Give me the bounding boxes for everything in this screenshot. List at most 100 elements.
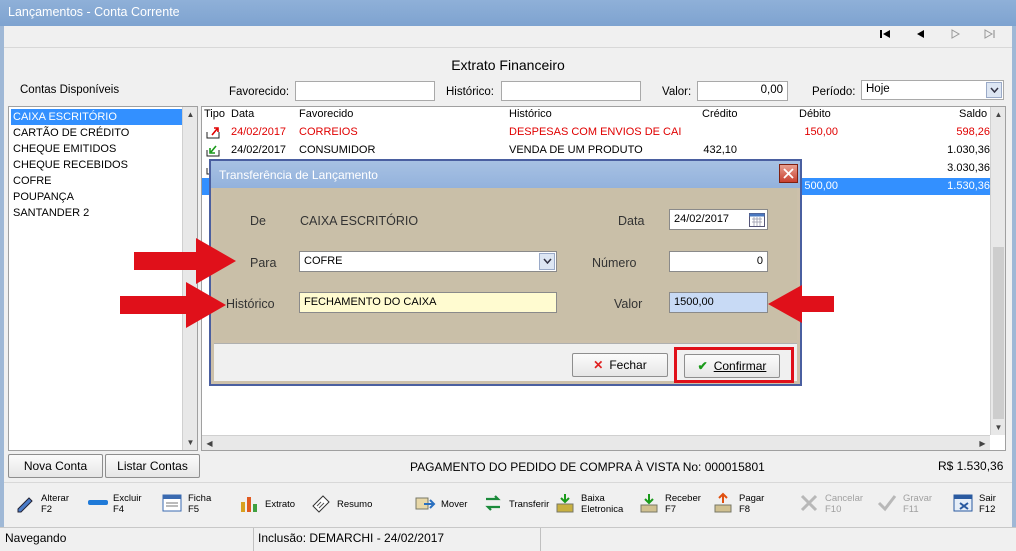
valor-filter-input[interactable]: 0,00: [697, 81, 788, 101]
account-item[interactable]: CHEQUE RECEBIDOS: [11, 157, 183, 173]
pagar-button[interactable]: Pagar F8: [712, 489, 774, 521]
transferir-button[interactable]: Transferir: [482, 489, 550, 521]
check-icon: ✔: [697, 359, 708, 373]
cell-favorecido: CORREIOS: [299, 126, 358, 138]
account-item[interactable]: CAIXA ESCRITÓRIO: [11, 109, 183, 125]
para-label: Para: [250, 256, 277, 270]
column-header-data[interactable]: Data: [231, 108, 254, 120]
last-record-icon[interactable]: [981, 29, 999, 45]
column-header-debito[interactable]: Débito: [799, 108, 831, 120]
receber-button[interactable]: Receber F7: [638, 489, 704, 521]
cell-data: 24/02/2017: [231, 144, 287, 156]
cell-historico: DESPESAS COM ENVIOS DE CAI: [509, 126, 682, 138]
periodo-select[interactable]: Hoje: [861, 80, 1004, 100]
table-row[interactable]: 24/02/2017 CORREIOS DESPESAS COM ENVIOS …: [202, 124, 990, 141]
dialog-body: De CAIXA ESCRITÓRIO Data 24/02/2017 Para…: [214, 188, 797, 340]
minus-bar-icon: [88, 500, 108, 505]
scroll-up-icon[interactable]: ▲: [183, 107, 198, 122]
de-label: De: [250, 214, 266, 228]
chart-bars-icon: [241, 497, 257, 512]
para-select[interactable]: COFRE: [299, 251, 557, 272]
dialog-title: Transferência de Lançamento: [219, 168, 378, 182]
form-icon: [162, 494, 182, 512]
next-record-icon[interactable]: [947, 29, 965, 45]
dialog-titlebar: Transferência de Lançamento: [211, 161, 800, 188]
record-navbar: [4, 26, 1012, 48]
arrow-pointing-right-icon: [134, 238, 236, 284]
fechar-button[interactable]: ✕ Fechar: [572, 353, 668, 377]
money-down-icon: [556, 494, 574, 513]
numero-field[interactable]: 0: [669, 251, 768, 272]
column-header-credito[interactable]: Crédito: [702, 108, 737, 120]
historico-filter-input[interactable]: [501, 81, 641, 101]
sair-button[interactable]: Sair F12: [952, 489, 1008, 521]
column-header-saldo[interactable]: Saldo: [959, 108, 987, 120]
arrow-pointing-left-icon: [768, 285, 834, 323]
transfer-dialog: Transferência de Lançamento De CAIXA ESC…: [209, 159, 802, 386]
scroll-up-icon[interactable]: ▲: [991, 107, 1006, 122]
confirmar-button[interactable]: ✔ Confirmar: [684, 354, 780, 378]
action-toolbar: Alterar F2 Excluir F4 Ficha F5 Extrato Resu…: [4, 482, 1012, 526]
move-icon: [415, 497, 436, 510]
historico-field[interactable]: FECHAMENTO DO CAIXA: [299, 292, 557, 313]
calendar-icon[interactable]: [749, 212, 765, 230]
grid-vertical-scrollbar[interactable]: ▲ ▼: [990, 107, 1005, 435]
gravar-button[interactable]: Gravar F11: [876, 489, 938, 521]
save-check-icon: [877, 495, 897, 512]
grid-horizontal-scrollbar[interactable]: ◀ ▶: [202, 435, 990, 450]
data-field[interactable]: 24/02/2017: [669, 209, 768, 230]
scroll-down-icon[interactable]: ▼: [183, 435, 198, 450]
cell-saldo: 3.030,36: [947, 162, 990, 174]
window-title: Lançamentos - Conta Corrente: [8, 5, 180, 19]
account-item[interactable]: CHEQUE EMITIDOS: [11, 141, 183, 157]
cell-saldo: 598,26: [956, 126, 990, 138]
column-header-favorecido[interactable]: Favorecido: [299, 108, 353, 120]
column-header-historico[interactable]: Histórico: [509, 108, 552, 120]
transfer-arrows-icon: [485, 495, 501, 511]
cell-favorecido: CONSUMIDOR: [299, 144, 376, 156]
account-item[interactable]: POUPANÇA: [11, 189, 183, 205]
scroll-down-icon[interactable]: ▼: [991, 420, 1006, 435]
receive-icon: [640, 494, 658, 513]
valor-field[interactable]: 1500,00: [669, 292, 768, 313]
cell-credito: 432,10: [703, 144, 737, 156]
baixa-eletronica-button[interactable]: Baixa Eletronica: [554, 489, 626, 521]
balance-total: R$ 1.530,36: [938, 459, 1004, 473]
status-bar: Navegando Inclusão: DEMARCHI - 24/02/201…: [0, 527, 1016, 551]
nova-conta-button[interactable]: Nova Conta: [8, 454, 103, 478]
valor-label: Valor: [614, 297, 643, 311]
resumo-button[interactable]: Resumo: [310, 489, 380, 521]
account-item[interactable]: COFRE: [11, 173, 183, 189]
arrow-pointing-right-icon: [120, 282, 226, 328]
listar-contas-button[interactable]: Listar Contas: [105, 454, 200, 478]
chevron-down-icon[interactable]: [539, 253, 555, 270]
cell-data: 24/02/2017: [231, 126, 287, 138]
periodo-value: Hoje: [866, 83, 890, 95]
cancel-x-icon: [800, 494, 818, 512]
cell-saldo: 1.530,36: [947, 180, 990, 192]
chevron-down-icon[interactable]: [986, 82, 1002, 98]
cell-debito: 500,00: [804, 180, 838, 192]
excluir-button[interactable]: Excluir F4: [86, 489, 152, 521]
table-row[interactable]: 24/02/2017 CONSUMIDOR VENDA DE UM PRODUT…: [202, 142, 990, 159]
window-titlebar: Lançamentos - Conta Corrente: [0, 0, 1016, 26]
alterar-button[interactable]: Alterar F2: [14, 489, 80, 521]
account-item[interactable]: SANTANDER 2: [11, 205, 183, 221]
favorecido-input[interactable]: [295, 81, 435, 101]
status-divider: [540, 528, 541, 551]
mover-button[interactable]: Mover: [414, 489, 474, 521]
scroll-thumb[interactable]: [993, 247, 1004, 419]
close-icon[interactable]: [779, 164, 798, 183]
previous-record-icon[interactable]: [911, 29, 929, 45]
extrato-button[interactable]: Extrato: [238, 489, 304, 521]
column-header-tipo[interactable]: Tipo: [204, 108, 225, 120]
pay-icon: [714, 492, 732, 513]
scroll-left-icon[interactable]: ◀: [202, 436, 217, 451]
statement-title: Extrato Financeiro: [451, 57, 565, 73]
ficha-button[interactable]: Ficha F5: [161, 489, 221, 521]
scroll-right-icon[interactable]: ▶: [975, 436, 990, 451]
first-record-icon[interactable]: [876, 29, 894, 45]
entry-description: PAGAMENTO DO PEDIDO DE COMPRA À VISTA No…: [410, 460, 765, 474]
account-item[interactable]: CARTÃO DE CRÉDITO: [11, 125, 183, 141]
cancelar-button[interactable]: Cancelar F10: [798, 489, 864, 521]
